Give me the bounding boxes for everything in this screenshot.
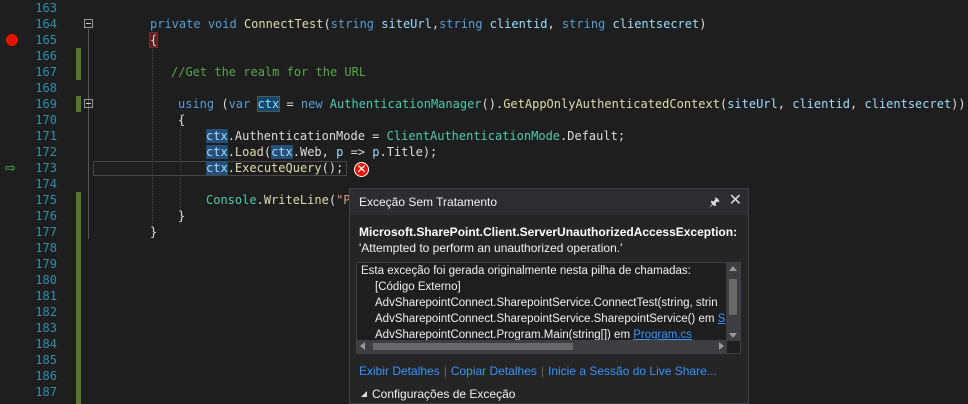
line-number: 185 — [35, 353, 57, 367]
popup-actions: Exibir Detalhes | Copiar Detalhes | Inicie a… — [359, 364, 717, 378]
line-number: 173 — [35, 161, 57, 175]
expand-triangle-icon — [361, 391, 367, 397]
popup-header: Exceção Sem Tratamento 🖈 ✕ — [350, 189, 748, 215]
line-number: 182 — [35, 305, 57, 319]
exception-error-icon[interactable]: ✕ — [354, 162, 369, 177]
call-stack-box[interactable]: Esta exceção foi gerada originalmente ne… — [356, 262, 741, 354]
scroll-down-icon[interactable] — [729, 333, 737, 338]
view-details-link[interactable]: Exibir Detalhes — [359, 364, 440, 378]
line-number: 174 — [35, 177, 57, 191]
code-line-176: } — [178, 209, 186, 223]
line-number: 180 — [35, 273, 57, 287]
line-number: 165 — [35, 33, 57, 47]
separator: | — [540, 364, 544, 378]
code-line-171: ctx.AuthenticationMode = ClientAuthentic… — [206, 129, 626, 143]
vertical-scrollbar[interactable] — [726, 263, 740, 341]
collapse-icon[interactable] — [84, 19, 93, 28]
line-number: 167 — [35, 65, 57, 79]
live-share-link[interactable]: Inicie a Sessão do Live Share... — [548, 364, 717, 378]
line-number: 183 — [35, 321, 57, 335]
line-number: 163 — [35, 1, 57, 15]
line-number: 176 — [35, 209, 57, 223]
change-marker — [76, 96, 81, 112]
code-line-167: //Get the realm for the URL — [171, 65, 367, 79]
pin-icon[interactable]: 🖈 — [709, 193, 720, 214]
change-marker — [76, 48, 81, 64]
line-number: 169 — [35, 97, 57, 111]
exception-settings-toggle[interactable]: Configurações de Exceção — [361, 387, 515, 401]
popup-title: Exceção Sem Tratamento — [359, 195, 498, 209]
collapse-icon[interactable] — [84, 99, 93, 108]
code-line-177: } — [150, 225, 158, 239]
line-number: 166 — [35, 49, 57, 63]
close-icon[interactable]: ✕ — [729, 190, 742, 209]
copy-details-link[interactable]: Copiar Detalhes — [451, 364, 537, 378]
call-stack-frame: [Código Externo] — [375, 281, 461, 293]
horizontal-scrollbar[interactable] — [357, 340, 727, 353]
scroll-thumb[interactable] — [729, 279, 737, 315]
call-stack-frame: AdvSharepointConnect.SharepointService.S… — [375, 313, 726, 325]
code-line-175: Console.WriteLine("P — [206, 193, 351, 207]
change-marker — [76, 64, 81, 80]
exception-type: Microsoft.SharePoint.Client.ServerUnauth… — [359, 225, 738, 239]
scroll-right-icon[interactable] — [719, 342, 724, 350]
call-stack-frame: AdvSharepointConnect.SharepointService.C… — [375, 297, 718, 309]
line-number: 179 — [35, 257, 57, 271]
line-number: 184 — [35, 337, 57, 351]
source-link[interactable]: S — [718, 313, 726, 325]
line-number: 164 — [35, 17, 57, 31]
line-number: 171 — [35, 129, 57, 143]
line-number: 172 — [35, 145, 57, 159]
line-number: 177 — [35, 225, 57, 239]
exception-message: 'Attempted to perform an unauthorized op… — [359, 241, 623, 255]
scroll-thumb[interactable] — [373, 343, 573, 350]
code-line-173: ctx.ExecuteQuery(); — [206, 161, 344, 175]
line-number: 175 — [35, 193, 57, 207]
code-line-169: using (var ctx = new AuthenticationManag… — [178, 96, 966, 112]
code-line-165: { — [148, 32, 159, 48]
scroll-left-icon[interactable] — [360, 342, 365, 350]
line-number: 187 — [35, 385, 57, 399]
line-number: 170 — [35, 113, 57, 127]
exception-settings-label: Configurações de Exceção — [372, 387, 516, 401]
line-number: 168 — [35, 81, 57, 95]
call-stack-header: Esta exceção foi gerada originalmente ne… — [361, 265, 691, 277]
indent-guide — [152, 34, 153, 234]
code-line-164: private void ConnectTest(string siteUrl,… — [150, 17, 707, 31]
scroll-up-icon[interactable] — [729, 266, 737, 271]
separator: | — [443, 364, 447, 378]
fold-guide — [88, 29, 89, 239]
exception-helper-popup: Exceção Sem Tratamento 🖈 ✕ Microsoft.Sha… — [349, 188, 749, 404]
code-line-172: ctx.Load(ctx.Web, p => p.Title); — [206, 145, 438, 159]
line-number: 186 — [35, 369, 57, 383]
line-number: 181 — [35, 289, 57, 303]
line-number: 178 — [35, 241, 57, 255]
code-line-170: { — [178, 113, 186, 127]
change-marker — [76, 192, 81, 404]
